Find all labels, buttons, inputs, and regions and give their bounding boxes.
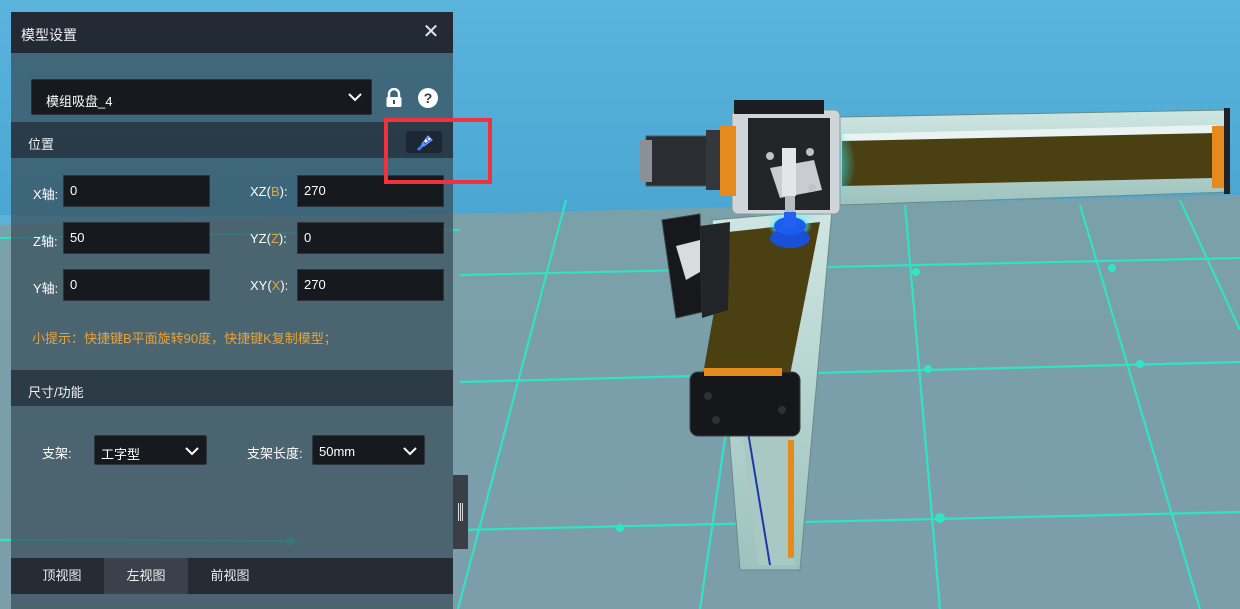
grip-icon [458, 503, 463, 521]
bracket-select[interactable]: 工字型 [94, 435, 207, 465]
xy-rotation-label: XY(X): [250, 278, 289, 293]
z-axis-input[interactable]: 50 [63, 222, 210, 254]
chevron-down-icon [403, 447, 417, 456]
yz-rotation-input[interactable]: 0 [297, 222, 444, 254]
svg-text:?: ? [424, 90, 433, 106]
model-settings-panel: 模型设置 ✕ 模组吸盘_4 ? 位置 X轴: 0 XZ(B): 270 Z轴: … [11, 12, 453, 609]
tab-front-view[interactable]: 前视图 [188, 558, 272, 594]
xz-rotation-label: XZ(B): [250, 184, 288, 199]
tab-top-view[interactable]: 顶视图 [20, 558, 104, 594]
shortcut-tip: 小提示：快捷键B平面旋转90度，快捷键K复制模型； [32, 331, 337, 346]
size-section-header: 尺寸/功能 [11, 370, 453, 406]
help-icon[interactable]: ? [417, 87, 439, 109]
xy-rotation-input[interactable]: 270 [297, 269, 444, 301]
chevron-down-icon [185, 447, 199, 456]
bracket-length-label: 支架长度: [247, 446, 303, 461]
bracket-length-select[interactable]: 50mm [312, 435, 425, 465]
y-axis-input[interactable]: 0 [63, 269, 210, 301]
size-section-label: 尺寸/功能 [28, 385, 84, 400]
panel-header: 模型设置 ✕ [11, 12, 453, 53]
bracket-select-value: 工字型 [101, 447, 141, 462]
bracket-label: 支架: [42, 446, 72, 461]
bracket-length-value: 50mm [319, 444, 356, 459]
z-axis-label: Z轴: [33, 234, 58, 249]
lock-icon[interactable] [385, 88, 403, 108]
close-icon[interactable]: ✕ [421, 21, 441, 43]
position-section-label: 位置 [28, 137, 55, 152]
x-axis-label: X轴: [33, 187, 59, 202]
panel-collapse-handle[interactable] [453, 475, 468, 549]
panel-title: 模型设置 [21, 27, 77, 43]
tab-left-view[interactable]: 左视图 [104, 558, 188, 594]
y-axis-label: Y轴: [33, 281, 59, 296]
yz-rotation-label: YZ(Z): [250, 231, 287, 246]
model-select-value: 模组吸盘_4 [46, 94, 113, 109]
view-tabs: 顶视图 左视图 前视图 [11, 558, 453, 594]
highlight-box [384, 118, 492, 184]
x-axis-input[interactable]: 0 [63, 175, 210, 207]
chevron-down-icon [348, 93, 362, 102]
model-select[interactable]: 模组吸盘_4 [31, 79, 372, 115]
